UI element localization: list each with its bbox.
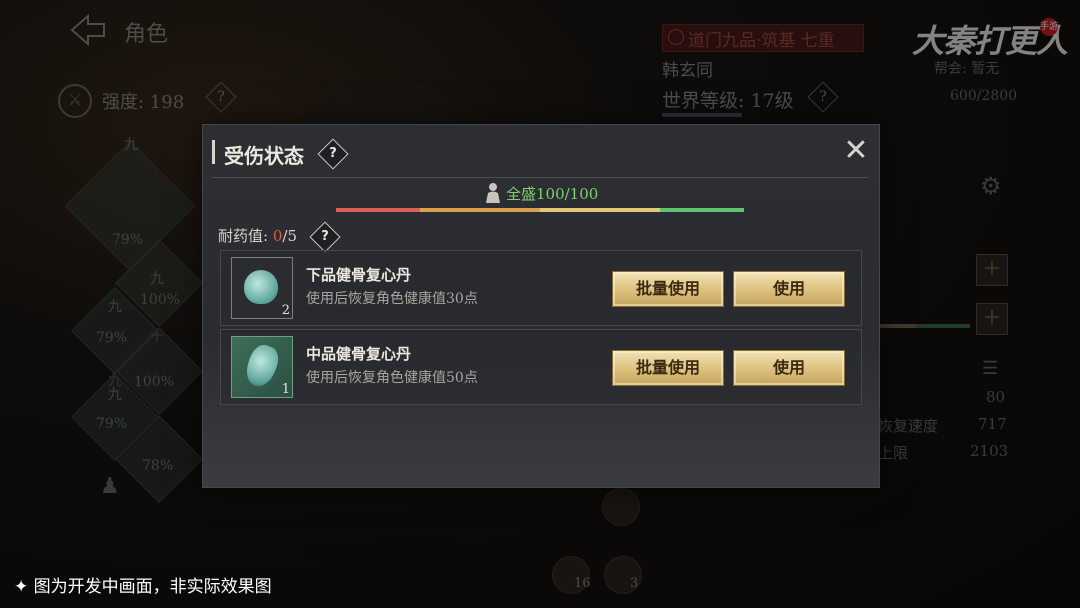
batch-use-button[interactable]: 批量使用 [612, 271, 724, 307]
title-divider [212, 177, 868, 178]
use-button[interactable]: 使用 [733, 350, 845, 386]
pill-bottle-icon: 1 [231, 336, 293, 398]
tolerance-max: /5 [282, 227, 297, 245]
health-status-text: 全盛100/100 [506, 185, 599, 203]
item-description: 使用后恢复角色健康值50点 [306, 370, 478, 386]
item-description: 使用后恢复角色健康值30点 [306, 291, 478, 307]
health-bar-segment [420, 208, 540, 212]
pill-bottle-icon: 2 [231, 257, 293, 319]
batch-use-button[interactable]: 批量使用 [612, 350, 724, 386]
title-accent-bar [212, 140, 215, 164]
tolerance-current: 0 [272, 227, 283, 245]
disclaimer-text: ✦ 图为开发中画面，非实际效果图 [14, 577, 272, 597]
item-name: 中品健骨复心丹 [306, 345, 412, 363]
item-count: 1 [281, 382, 290, 397]
item-count: 2 [281, 303, 290, 318]
dialog-title: 受伤状态 [224, 144, 304, 168]
close-icon[interactable]: ✕ [842, 136, 870, 166]
health-bar-segment [540, 208, 660, 212]
tolerance-label: 耐药值: 0/5 [218, 227, 297, 245]
health-bar-segment [660, 208, 744, 212]
use-button[interactable]: 使用 [733, 271, 845, 307]
health-bar-segment [336, 208, 420, 212]
item-name: 下品健骨复心丹 [306, 266, 412, 284]
health-figure-icon [484, 182, 502, 204]
